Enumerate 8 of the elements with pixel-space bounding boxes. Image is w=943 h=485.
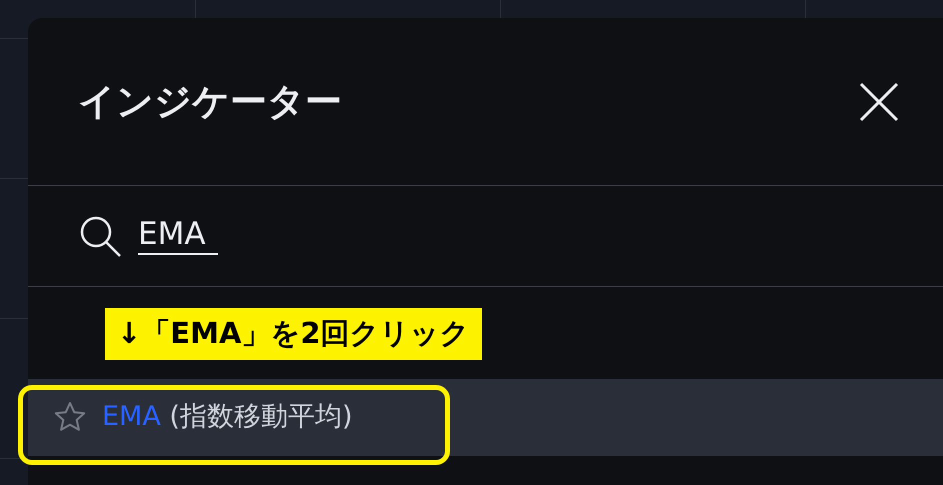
star-icon[interactable]: [54, 401, 86, 433]
close-icon: [859, 82, 899, 122]
annotation-label: ↓「EMA」を2回クリック: [105, 308, 482, 360]
search-icon: [78, 214, 122, 258]
dialog-title: インジケーター: [78, 78, 342, 125]
indicator-name: EMA (指数移動平均): [102, 400, 352, 434]
indicator-row[interactable]: EMA (指数移動平均): [28, 378, 943, 456]
search-field[interactable]: EMA: [138, 217, 218, 255]
